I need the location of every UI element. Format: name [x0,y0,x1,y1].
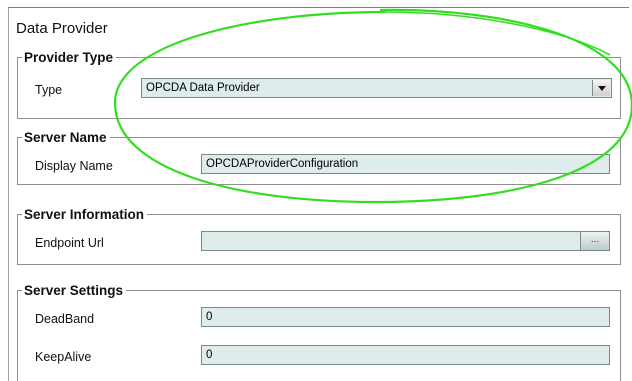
display-name-label: Display Name [35,159,113,173]
server-information-legend: Server Information [24,207,145,222]
browse-button[interactable]: ... [580,232,609,250]
provider-type-select[interactable]: OPCDA Data Provider [141,78,612,98]
server-name-legend: Server Name [24,130,107,145]
deadband-label: DeadBand [35,312,95,326]
deadband-input[interactable]: 0 [201,307,610,327]
provider-type-value: OPCDA Data Provider [146,82,260,94]
chevron-down-icon[interactable] [592,80,610,96]
keepalive-label: KeepAlive [35,350,92,364]
endpoint-url-label: Endpoint Url [35,236,104,250]
server-settings-group: Server Settings [17,283,621,381]
endpoint-url-input[interactable]: ... [201,231,610,251]
keepalive-input[interactable]: 0 [201,345,610,365]
type-label: Type [35,83,63,97]
server-settings-legend: Server Settings [24,283,124,298]
display-name-input[interactable]: OPCDAProviderConfiguration [201,154,610,174]
page-title: Data Provider [16,20,108,37]
provider-type-legend: Provider Type [24,50,114,65]
